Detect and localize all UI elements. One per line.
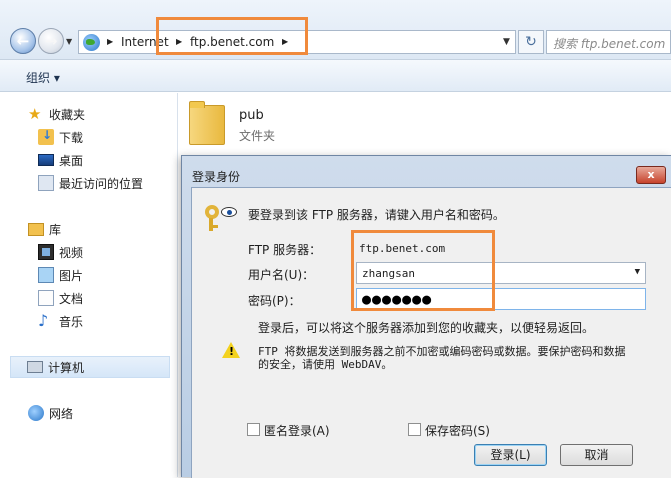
cancel-button[interactable]: 取消	[560, 444, 633, 466]
key-icon	[204, 203, 238, 231]
video-icon	[38, 244, 54, 260]
pictures-icon	[38, 267, 54, 283]
sidebar-item-label: 下载	[59, 131, 84, 145]
login-dialog: 登录身份 x 要登录到该 FTP 服务器，请键入用户名和密码。 FTP 服务器：…	[181, 155, 671, 478]
organize-button[interactable]: 组织 ▾	[26, 69, 60, 86]
back-arrow-icon: ←	[16, 32, 30, 50]
sidebar-item-label: 计算机	[48, 361, 85, 375]
sidebar-item-label: 视频	[59, 246, 84, 260]
address-bar-area: ← → ▼ ▶ Internet ▶ ftp.benet.com ▶ ▼ ↻ 搜…	[0, 0, 671, 60]
folder-name: pub	[239, 108, 264, 123]
address-highlight-box	[156, 17, 308, 55]
downloads-folder-icon	[38, 128, 54, 145]
breadcrumb-separator-icon[interactable]: ▶	[107, 37, 113, 46]
login-prompt: 要登录到该 FTP 服务器，请键入用户名和密码。	[248, 208, 505, 222]
checkbox-box[interactable]	[408, 423, 421, 436]
dialog-body: 要登录到该 FTP 服务器，请键入用户名和密码。 FTP 服务器： ftp.be…	[191, 187, 671, 478]
documents-icon	[38, 290, 54, 306]
forward-arrow-icon: →	[44, 32, 58, 50]
globe-icon	[83, 34, 100, 51]
login-button[interactable]: 登录(L)	[474, 444, 547, 466]
refresh-button[interactable]: ↻	[518, 30, 544, 54]
anonymous-login-label: 匿名登录(A)	[264, 424, 330, 438]
music-icon	[38, 313, 54, 329]
sidebar-item-label: 桌面	[59, 154, 84, 168]
desktop-icon	[38, 154, 54, 166]
sidebar-item-label: 图片	[59, 269, 84, 283]
password-label: 密码(P)：	[248, 294, 301, 308]
save-password-label: 保存密码(S)	[425, 424, 490, 438]
search-input[interactable]: 搜索 ftp.benet.com	[546, 30, 671, 54]
close-icon: x	[647, 168, 655, 181]
warning-text-line2: 的安全，请使用 WebDAV。	[258, 358, 393, 371]
dialog-title: 登录身份	[192, 170, 241, 184]
computer-icon	[27, 361, 43, 373]
sidebar-item-computer[interactable]: 计算机	[10, 356, 170, 378]
close-button[interactable]: x	[636, 166, 666, 184]
folder-type: 文件夹	[239, 129, 276, 143]
server-label: FTP 服务器：	[248, 243, 322, 257]
forward-button[interactable]: →	[38, 28, 64, 54]
network-icon	[28, 405, 44, 421]
sidebar-item-label: 网络	[49, 407, 74, 421]
address-dropdown-icon[interactable]: ▼	[503, 37, 510, 47]
sidebar-item-label: 文档	[59, 292, 84, 306]
favorites-hint: 登录后，可以将这个服务器添加到您的收藏夹，以便轻易返回。	[258, 321, 595, 335]
sidebar-item-label: 收藏夹	[49, 108, 86, 122]
sidebar-item-label: 音乐	[59, 315, 84, 329]
folder-icon	[189, 101, 225, 145]
history-dropdown-icon[interactable]: ▼	[66, 37, 72, 46]
chevron-down-icon[interactable]: ▼	[635, 267, 640, 277]
checkbox-box[interactable]	[247, 423, 260, 436]
credentials-highlight-box	[351, 230, 495, 311]
recent-places-icon	[38, 175, 54, 191]
sidebar-item-label: 最近访问的位置	[59, 177, 144, 191]
navigation-pane: 收藏夹 下载 桌面 最近访问的位置 库 视频 图片 文档 音乐 计算机 网络	[0, 93, 178, 477]
search-placeholder: 搜索 ftp.benet.com	[553, 37, 666, 51]
back-button[interactable]: ←	[10, 28, 36, 54]
library-icon	[28, 223, 44, 236]
sidebar-item-label: 库	[49, 223, 62, 237]
star-icon	[28, 106, 44, 122]
toolbar: 组织 ▾	[0, 60, 671, 92]
username-label: 用户名(U)：	[248, 268, 315, 282]
warning-mark: !	[229, 345, 235, 358]
refresh-icon: ↻	[525, 34, 537, 50]
